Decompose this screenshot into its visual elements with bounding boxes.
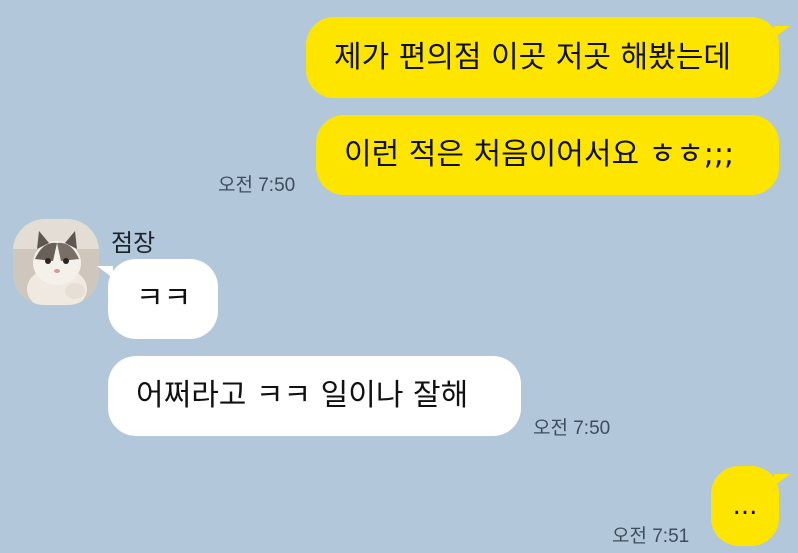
message-text: 이런 적은 처음이어서요 ㅎㅎ;;; (344, 137, 735, 172)
outgoing-message-bubble[interactable]: 이런 적은 처음이어서요 ㅎㅎ;;; (316, 115, 779, 195)
outgoing-message-bubble[interactable]: ... (711, 466, 779, 546)
bubble-tail (774, 474, 790, 486)
cat-avatar-icon (13, 219, 99, 305)
message-text: ... (732, 491, 758, 521)
incoming-message-bubble[interactable]: 어쩌라고 ㅋㅋ 일이나 잘해 (108, 356, 521, 436)
message-timestamp: 오전 7:50 (533, 418, 611, 439)
avatar[interactable] (13, 219, 99, 305)
message-text: 어쩌라고 ㅋㅋ 일이나 잘해 (136, 378, 469, 413)
message-timestamp: 오전 7:50 (218, 175, 296, 196)
bubble-tail (774, 26, 790, 38)
incoming-message-bubble[interactable]: ㅋㅋ (108, 259, 218, 339)
message-text: ㅋㅋ (136, 281, 192, 316)
sender-name: 점장 (111, 229, 156, 257)
outgoing-message-bubble[interactable]: 제가 편의점 이곳 저곳 해봤는데 (306, 17, 779, 98)
message-text: 제가 편의점 이곳 저곳 해봤는데 (334, 39, 731, 75)
message-timestamp: 오전 7:51 (612, 526, 690, 547)
bubble-tail (97, 266, 113, 278)
